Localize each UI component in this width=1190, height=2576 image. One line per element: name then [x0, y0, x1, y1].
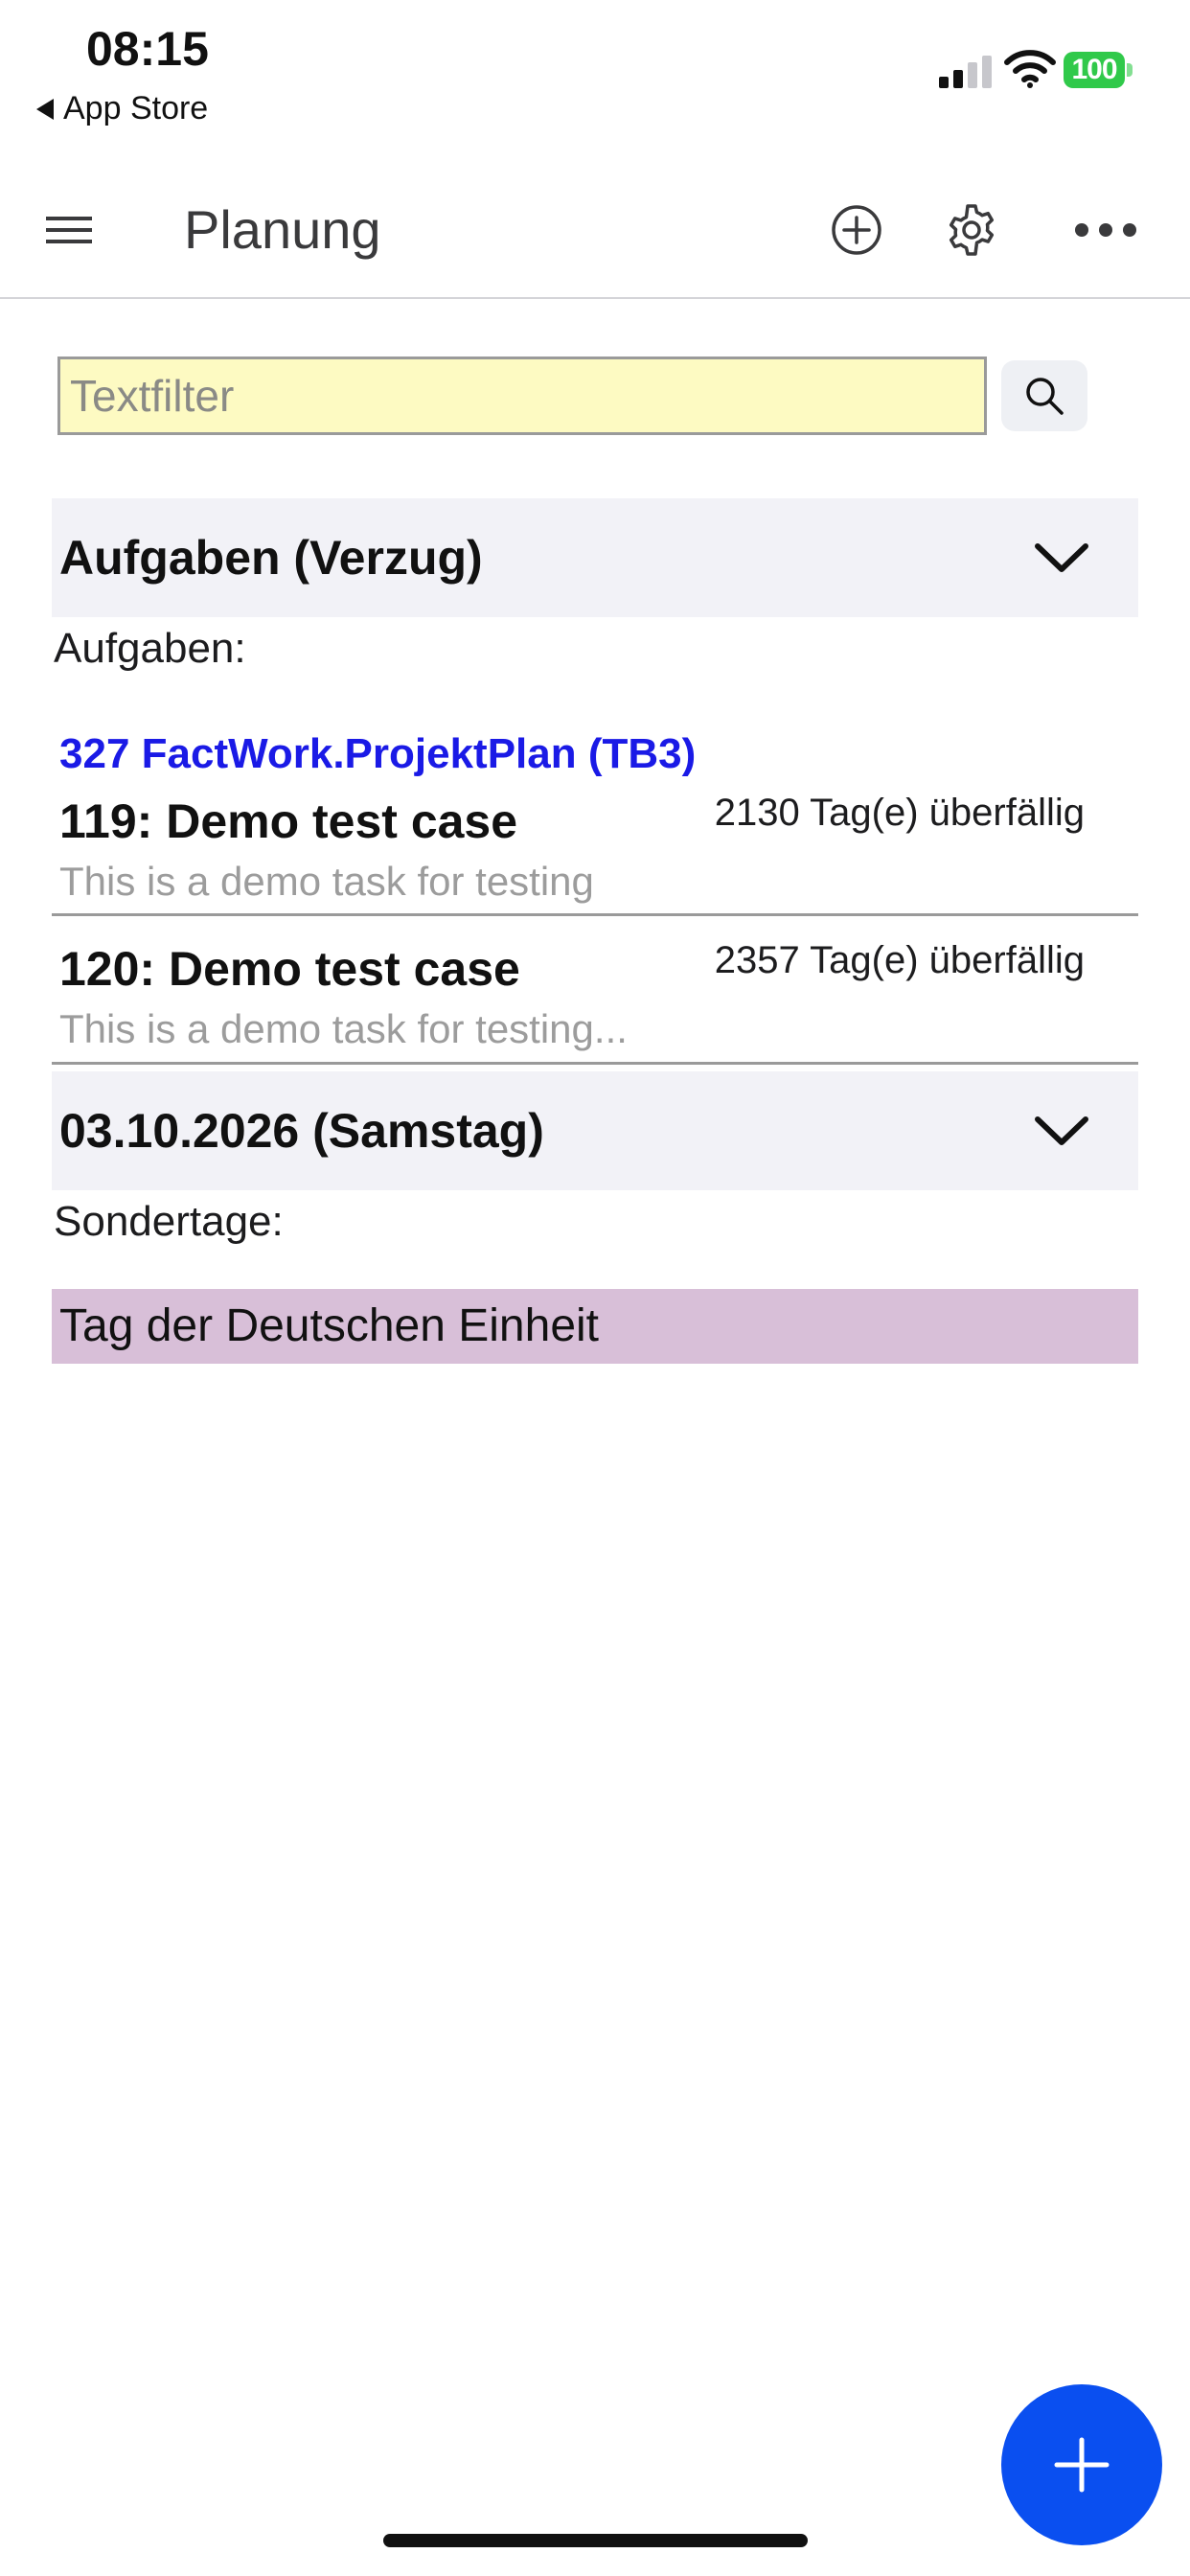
- wifi-icon: [1004, 50, 1056, 88]
- section-header-overdue[interactable]: Aufgaben (Verzug): [52, 498, 1138, 617]
- tasks-label: Aufgaben:: [54, 625, 246, 672]
- special-day-label: Tag der Deutschen Einheit: [59, 1300, 600, 1351]
- section-title: Aufgaben (Verzug): [59, 531, 483, 585]
- battery-indicator: 100: [1064, 52, 1133, 88]
- gear-icon: [949, 204, 995, 256]
- add-circle-icon: [832, 205, 881, 255]
- special-day-item[interactable]: Tag der Deutschen Einheit: [52, 1289, 1138, 1364]
- task-description: This is a demo task for testing: [59, 859, 594, 904]
- section-title: 03.10.2026 (Samstag): [59, 1104, 544, 1158]
- task-title[interactable]: 120: Demo test case: [59, 941, 520, 997]
- divider: [52, 913, 1138, 916]
- more-button[interactable]: [1065, 190, 1146, 270]
- task-overdue-status: 2130 Tag(e) überfällig: [714, 792, 1085, 834]
- home-indicator[interactable]: [383, 2534, 808, 2547]
- search-icon: [1026, 378, 1064, 415]
- project-link[interactable]: 327 FactWork.ProjektPlan (TB3): [59, 730, 696, 778]
- task-description: This is a demo task for testing...: [59, 1006, 628, 1051]
- back-arrow-icon: [36, 98, 54, 120]
- battery-cap: [1127, 63, 1133, 77]
- toolbar: Planung: [0, 163, 1190, 299]
- section-header-date[interactable]: 03.10.2026 (Samstag): [52, 1071, 1138, 1190]
- menu-button[interactable]: [29, 190, 109, 270]
- add-fab-button[interactable]: [1001, 2384, 1162, 2545]
- cellular-signal-icon: [939, 56, 992, 88]
- plus-icon: [1054, 2437, 1110, 2493]
- special-days-label: Sondertage:: [54, 1198, 284, 1245]
- settings-button[interactable]: [931, 190, 1012, 270]
- divider: [52, 1062, 1138, 1065]
- task-title[interactable]: 119: Demo test case: [59, 794, 517, 849]
- search-button[interactable]: [1001, 360, 1087, 431]
- chevron-down-icon: [1035, 543, 1088, 572]
- add-button[interactable]: [816, 190, 897, 270]
- back-to-app-store[interactable]: App Store: [36, 90, 208, 127]
- status-time: 08:15: [86, 22, 209, 76]
- task-overdue-status: 2357 Tag(e) überfällig: [714, 939, 1085, 981]
- more-icon: [1075, 223, 1136, 237]
- menu-icon: [46, 217, 92, 243]
- back-label: App Store: [63, 90, 209, 126]
- page-title: Planung: [184, 199, 381, 260]
- battery-level: 100: [1064, 52, 1125, 88]
- chevron-down-icon: [1035, 1116, 1088, 1145]
- text-filter-input[interactable]: [57, 356, 987, 435]
